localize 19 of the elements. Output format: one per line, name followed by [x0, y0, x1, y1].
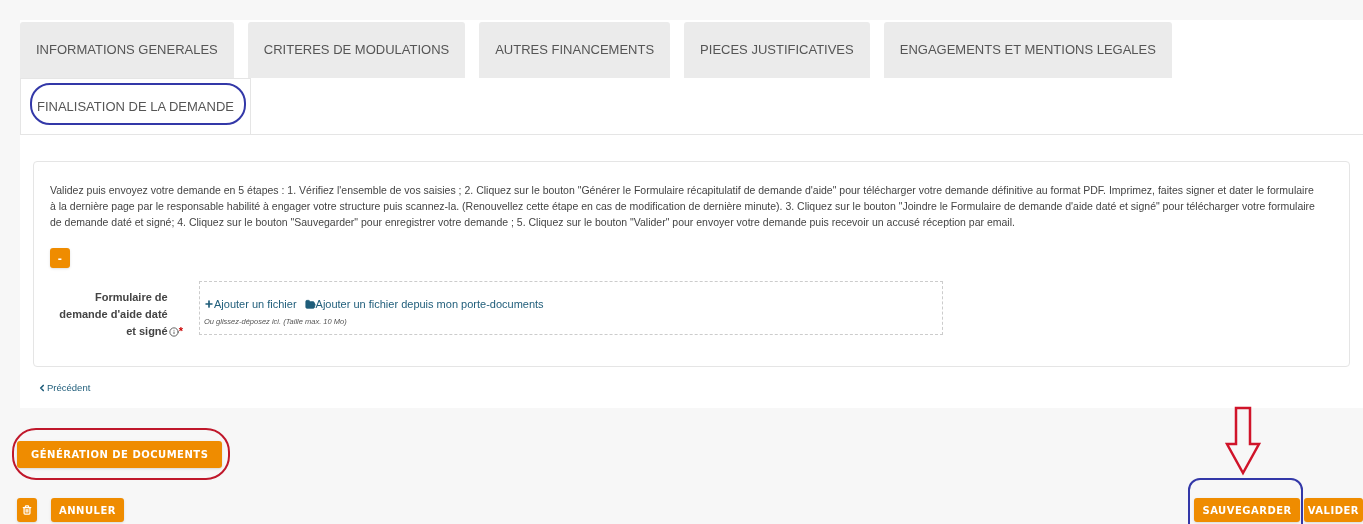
tab[interactable]: ENGAGEMENTS ET MENTIONS LEGALES	[883, 22, 1172, 78]
info-icon	[168, 327, 179, 337]
field-label: Formulaire de demande d'aide daté et signé	[58, 290, 168, 339]
trash-icon	[22, 505, 32, 515]
chevron-left-icon	[37, 383, 47, 394]
tab[interactable]: INFORMATIONS GENERALES	[20, 22, 234, 78]
plus-icon	[204, 299, 214, 310]
add-file-link[interactable]: Ajouter un fichier	[204, 296, 297, 313]
delete-button[interactable]	[17, 498, 37, 522]
required-mark: *	[178, 324, 183, 339]
tab[interactable]: FINALISATION DE LA DEMANDE	[20, 78, 251, 134]
tab[interactable]: PIECES JUSTIFICATIVES	[684, 22, 870, 78]
tab[interactable]: CRITERES DE MODULATIONS	[247, 22, 466, 78]
instructions-text: Validez puis envoyez votre demande en 5 étapes : 1. Vérifiez l'ensemble de vos saisies ; 2. Cliquez sur le bouton "Générer le Formulaire récapitulatif de demande d'aide" pour télécharger votre demande définitive au format PDF. Imprimez, faites signer et dater le formulaire à la dernière page par le responsable habilité à engager votre structure puis scannez-la. (Renouvellez cette étape en cas de modification de dernière minute). 3. Cliquez sur le bouton "Joindre le Formulaire de demande d'aide daté et signé" pour télécharger votre formulaire de demande daté et signé; 4. Cliquez sur le bouton "Sauvegarder" pour enregistrer votre demande ; 5. Cliquez sur le bouton "Valider" pour envoyer votre demande puis recevoir un accusé réception par email.	[50, 183, 1316, 230]
previous-link[interactable]: Précédent	[37, 381, 91, 396]
tab[interactable]: AUTRES FINANCEMENTS	[479, 22, 671, 78]
down-arrow	[1224, 406, 1262, 476]
folder-icon	[304, 298, 316, 310]
add-from-documents-link[interactable]: Ajouter un fichier depuis mon porte-documents	[304, 296, 544, 313]
